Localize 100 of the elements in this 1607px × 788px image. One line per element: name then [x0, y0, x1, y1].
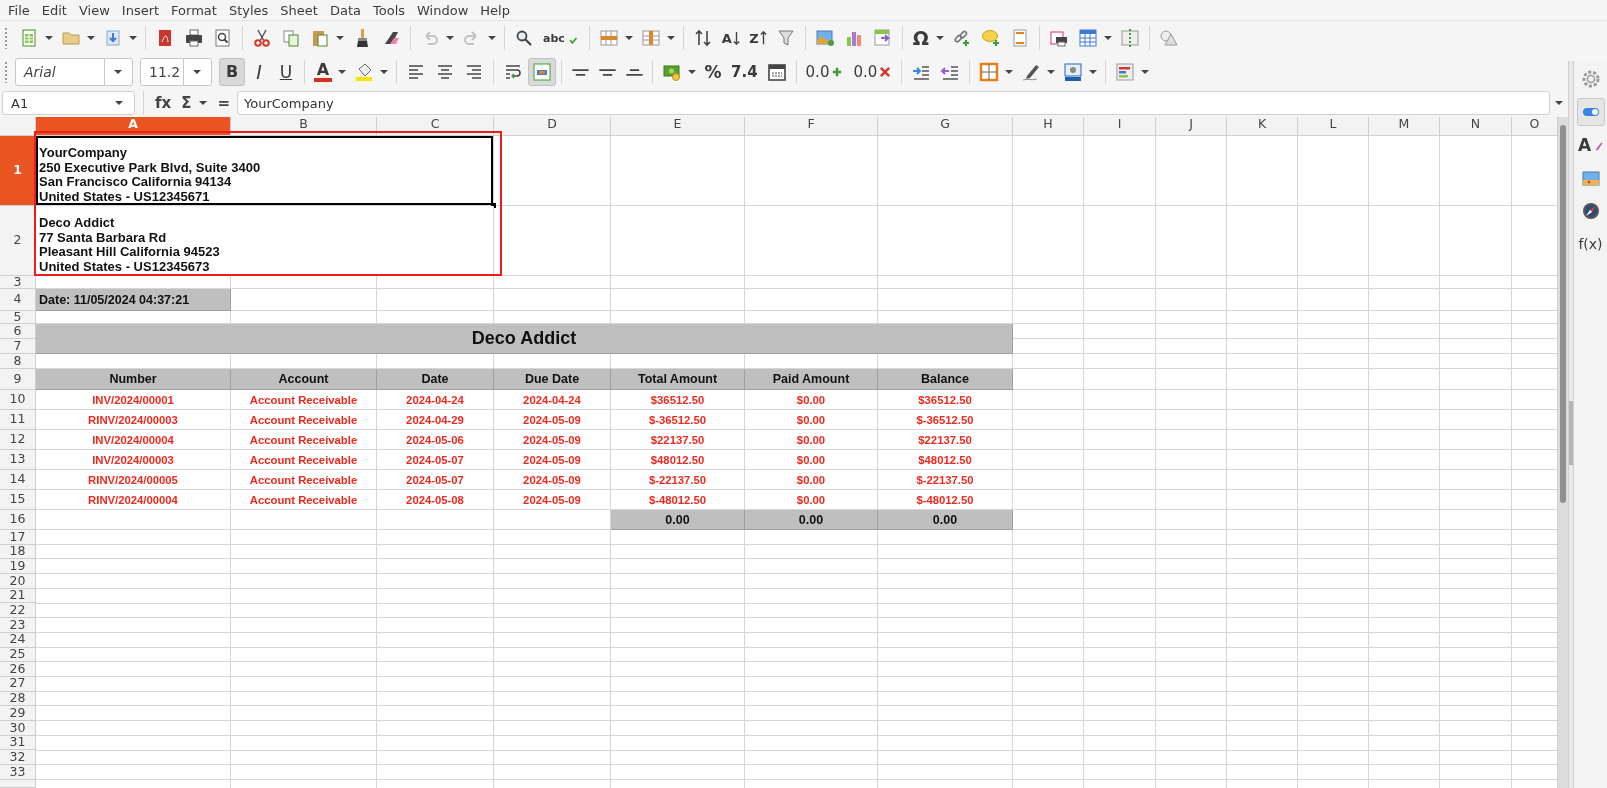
- menu-item[interactable]: Edit: [35, 2, 73, 18]
- menu-item[interactable]: Data: [323, 2, 367, 18]
- caret-icon[interactable]: [1005, 69, 1014, 75]
- row-header[interactable]: 15: [0, 490, 36, 510]
- properties-tab[interactable]: [1576, 98, 1605, 126]
- caret-icon[interactable]: [87, 35, 95, 41]
- scrollbar-thumb[interactable]: [1560, 125, 1566, 503]
- column-header[interactable]: N: [1440, 117, 1512, 136]
- row-header[interactable]: 4: [0, 289, 36, 311]
- functions-tab[interactable]: f(x): [1576, 230, 1605, 258]
- address-line: Pleasant Hill California 94523: [39, 245, 220, 260]
- percent-button[interactable]: %: [700, 58, 726, 86]
- row-header[interactable]: 10: [0, 390, 36, 410]
- sidebar-collapse-handle[interactable]: [1569, 401, 1573, 465]
- formula-button[interactable]: Σ: [178, 91, 195, 115]
- font-color-button[interactable]: A: [310, 58, 336, 86]
- caret-icon[interactable]: [199, 100, 208, 106]
- formula-button[interactable]: fx: [152, 91, 175, 115]
- column-header[interactable]: O: [1512, 117, 1558, 136]
- row-header[interactable]: 7: [0, 339, 36, 354]
- caret-icon[interactable]: [1555, 100, 1563, 106]
- caret-icon[interactable]: [380, 69, 388, 75]
- caret-icon[interactable]: [666, 35, 675, 41]
- row-header[interactable]: 22: [0, 603, 36, 619]
- font-size-box[interactable]: 11.2: [140, 58, 212, 86]
- column-header[interactable]: E: [611, 117, 745, 136]
- name-box[interactable]: A1: [2, 91, 135, 115]
- font-name-box[interactable]: Arial: [15, 58, 133, 86]
- remove-decimal-button[interactable]: 0.0: [849, 58, 897, 86]
- column-header[interactable]: J: [1156, 117, 1227, 136]
- menu-item[interactable]: Sheet: [274, 2, 324, 18]
- column-header[interactable]: H: [1013, 117, 1084, 136]
- caret-icon[interactable]: [624, 35, 633, 41]
- row-header[interactable]: 29: [0, 706, 36, 721]
- caret-icon[interactable]: [1047, 69, 1056, 75]
- styles-tab[interactable]: A: [1576, 131, 1605, 159]
- menu-item[interactable]: Tools: [367, 2, 412, 18]
- row-header[interactable]: 32: [0, 750, 36, 765]
- column-header[interactable]: L: [1298, 117, 1369, 136]
- menu-item[interactable]: Styles: [222, 2, 275, 18]
- caret-icon[interactable]: [113, 69, 122, 75]
- banknote-icon: [662, 62, 682, 82]
- number-button[interactable]: 7.4: [727, 58, 762, 86]
- menu-item[interactable]: Window: [411, 2, 475, 18]
- caret-icon[interactable]: [1103, 35, 1112, 41]
- menu-item[interactable]: Insert: [115, 2, 166, 18]
- formula-input[interactable]: YourCompany: [237, 91, 1550, 115]
- sort-desc-button[interactable]: Z: [744, 24, 771, 52]
- caret-icon[interactable]: [1141, 69, 1150, 75]
- row-header[interactable]: 3: [0, 276, 36, 289]
- row-header[interactable]: 12: [0, 430, 36, 450]
- row-header[interactable]: 11: [0, 410, 36, 430]
- caret-icon[interactable]: [129, 35, 137, 41]
- row-header[interactable]: 13: [0, 450, 36, 470]
- menu-item[interactable]: File: [2, 2, 36, 18]
- special-button[interactable]: Ω: [907, 24, 934, 52]
- column-header[interactable]: D: [494, 117, 611, 136]
- row-header[interactable]: 20: [0, 574, 36, 589]
- row-header[interactable]: 5: [0, 311, 36, 324]
- row-header[interactable]: 8: [0, 354, 36, 369]
- row-header[interactable]: 19: [0, 559, 36, 575]
- caret-icon[interactable]: [1089, 69, 1098, 75]
- row-header[interactable]: 33: [0, 765, 36, 780]
- row-header[interactable]: 2: [0, 206, 36, 276]
- vertical-scrollbar[interactable]: [1558, 117, 1568, 788]
- caret-icon[interactable]: [115, 100, 123, 106]
- sort-asc-button[interactable]: A: [717, 24, 744, 52]
- caret-icon[interactable]: [338, 69, 346, 75]
- menu-item[interactable]: Format: [165, 2, 223, 18]
- align-top-icon: [571, 68, 589, 76]
- bold-button[interactable]: B: [219, 58, 245, 86]
- merge-button[interactable]: [528, 58, 556, 86]
- find-replace-icon: [514, 28, 534, 48]
- formula-button[interactable]: =: [214, 91, 234, 115]
- row-header[interactable]: 9: [0, 369, 36, 390]
- add-decimal-button[interactable]: 0.0: [801, 58, 849, 86]
- menu-item[interactable]: View: [72, 2, 116, 18]
- row-header[interactable]: 1: [0, 136, 36, 206]
- selected-cell[interactable]: YourCompany 250 Executive Park Blvd, Suite 3400 San Francisco California 94134 United States - US12345671: [36, 136, 494, 206]
- underline-button[interactable]: U: [273, 58, 299, 86]
- column-header[interactable]: G: [878, 117, 1013, 136]
- caret-icon[interactable]: [45, 35, 53, 41]
- address-cell[interactable]: Deco Addict 77 Santa Barbara Rd Pleasant Hill California 94523 United States - US12345673: [36, 206, 494, 276]
- row-header[interactable]: 23: [0, 618, 36, 633]
- column-header[interactable]: I: [1084, 117, 1156, 136]
- spellcheck-button[interactable]: abc: [539, 24, 584, 52]
- row-header[interactable]: 16: [0, 510, 36, 530]
- caret-icon[interactable]: [336, 35, 344, 41]
- italic-button[interactable]: I: [246, 58, 272, 86]
- row-header[interactable]: 14: [0, 470, 36, 490]
- column-header[interactable]: F: [745, 117, 878, 136]
- row-header[interactable]: 6: [0, 324, 36, 339]
- column-header[interactable]: K: [1227, 117, 1298, 136]
- menu-item[interactable]: Help: [474, 2, 516, 18]
- caret-icon[interactable]: [192, 69, 201, 75]
- column-header[interactable]: M: [1369, 117, 1440, 136]
- caret-icon[interactable]: [688, 69, 696, 75]
- row-header[interactable]: 17: [0, 530, 36, 545]
- caret-icon[interactable]: [935, 35, 944, 41]
- row-header[interactable]: 26: [0, 662, 36, 677]
